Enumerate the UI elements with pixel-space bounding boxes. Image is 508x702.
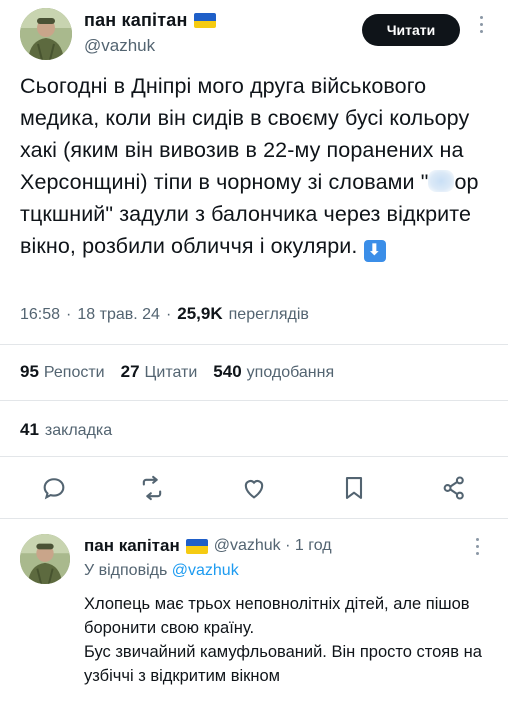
reposts-count: 95 [20, 362, 39, 381]
quotes-count: 27 [120, 362, 140, 381]
author-handle[interactable]: @vazhuk [84, 36, 155, 56]
reply-meta[interactable]: @vazhuk · 1 год [214, 537, 332, 555]
read-button[interactable]: Читати [362, 14, 460, 46]
blurred-word [428, 170, 455, 192]
divider [0, 400, 508, 401]
meta-separator: · [165, 306, 172, 323]
bookmarks-stat[interactable]: 41 закладка [20, 420, 112, 440]
reply-to-prefix: У відповідь [84, 562, 168, 579]
action-bar [0, 470, 508, 506]
engagement-stats: 95 Репости 27 Цитати 540 уподобання [20, 362, 334, 382]
tweet-text: Сьогодні в Дніпрі мого друга військового… [20, 70, 490, 262]
repost-icon[interactable] [138, 474, 166, 502]
tweet-time[interactable]: 16:58 [20, 306, 60, 324]
ukraine-flag-icon [193, 13, 216, 28]
tweet-meta: 16:58 · 18 трав. 24 · 25,9K переглядів [20, 304, 309, 324]
bookmarks-label: закладка [44, 422, 113, 439]
reply-to-line: У відповідь @vazhuk [84, 562, 239, 580]
quotes-label: Цитати [144, 364, 198, 381]
reply-author-name[interactable]: пан капітан [84, 536, 180, 556]
reposts-label: Репости [43, 364, 105, 381]
meta-separator: · [66, 306, 72, 323]
likes-label: уподобання [246, 364, 335, 381]
tweet-date[interactable]: 18 трав. 24 [77, 306, 160, 324]
down-arrow-emoji: ⬇ [363, 240, 386, 262]
avatar-photo [20, 534, 70, 584]
share-icon[interactable] [440, 474, 468, 502]
ukraine-flag-icon [185, 538, 208, 554]
author-name[interactable]: пан капітан [84, 10, 188, 31]
like-icon[interactable] [240, 474, 268, 502]
author-avatar[interactable] [20, 8, 72, 60]
reply-text-line1: Хлопець має трьох неповнолітніх дітей, а… [84, 595, 470, 637]
quotes-stat[interactable]: 27 Цитати [121, 362, 198, 382]
divider [0, 518, 508, 519]
reply-text: Хлопець має трьох неповнолітніх дітей, а… [84, 592, 494, 688]
views-label: переглядів [228, 306, 309, 323]
more-options-icon[interactable] [476, 16, 486, 33]
author-name-row[interactable]: пан капітан [84, 10, 216, 31]
avatar-photo [20, 8, 72, 60]
reply-author-avatar[interactable] [20, 534, 70, 584]
reply-icon[interactable] [40, 474, 68, 502]
likes-stat[interactable]: 540 уподобання [213, 362, 334, 382]
reposts-stat[interactable]: 95 Репости [20, 362, 105, 382]
divider [0, 456, 508, 457]
divider [0, 344, 508, 345]
bookmark-icon[interactable] [340, 474, 368, 502]
reply-header: пан капітан @vazhuk · 1 год [84, 536, 332, 556]
likes-count: 540 [213, 362, 242, 381]
reply-text-line2: Бус звичайний камуфльований. Він просто … [84, 643, 482, 685]
reply-more-options-icon[interactable] [476, 538, 479, 555]
views-count[interactable]: 25,9K [177, 304, 222, 324]
tweet-text-part1: Сьогодні в Дніпрі мого друга військового… [20, 74, 470, 194]
bookmarks-count: 41 [20, 420, 39, 439]
reply-to-mention[interactable]: @vazhuk [172, 562, 239, 579]
